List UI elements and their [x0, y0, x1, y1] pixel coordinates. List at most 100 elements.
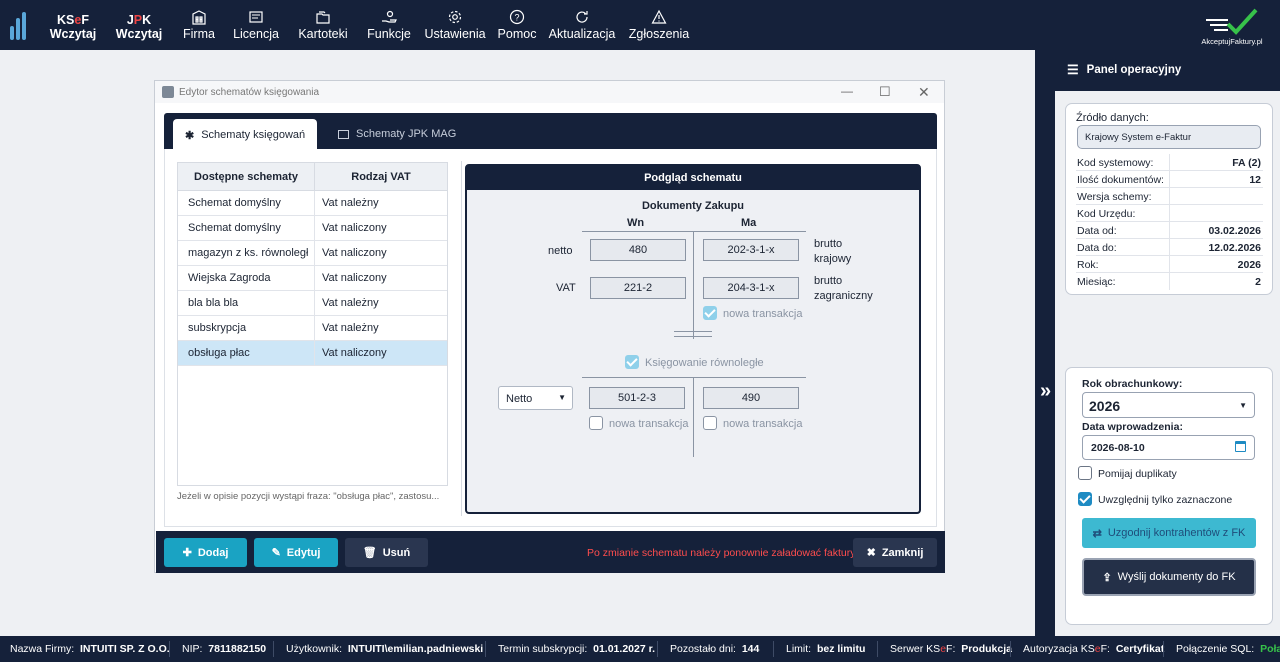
warning-icon: [651, 8, 667, 26]
send-to-fk-button[interactable]: ⇪ Wyślij dokumenty do FK: [1082, 558, 1256, 596]
schemas-table: Dostępne schematy Rodzaj VAT Schemat dom…: [177, 162, 448, 486]
vat-wn-field[interactable]: 221-2: [590, 277, 686, 299]
operations-panel: ☰ Panel operacyjny Źródło danych: Krajow…: [1055, 50, 1280, 636]
status-firma: Nazwa Firmy: INTUITI SP. Z O.O.: [10, 643, 170, 655]
add-button[interactable]: ✚ Dodaj: [164, 538, 247, 567]
akceptuj-faktury-logo: AkceptujFaktury.pl: [1198, 6, 1266, 46]
tab-schematy-ksiegowan[interactable]: ✱ Schematy księgowań: [173, 119, 318, 149]
nowa-transakcja-checkbox[interactable]: [703, 306, 717, 320]
netto-wn-field[interactable]: 480: [590, 239, 686, 261]
nowa-transakcja-wn-label: nowa transakcja: [609, 418, 689, 430]
maximize-icon[interactable]: ☐: [879, 84, 891, 100]
delete-button[interactable]: 🗑 Usuń: [345, 538, 428, 567]
dialog-titlebar[interactable]: Edytor schematów księgowania — ☐ ✕: [155, 81, 944, 103]
table-row[interactable]: magazyn z ks. równoległ Vat naliczony: [178, 241, 447, 266]
jpk-load-label: Wczytaj: [115, 27, 163, 41]
table-row[interactable]: subskrypcja Vat należny: [178, 316, 447, 341]
folders-icon: [315, 8, 331, 26]
dialog-tabs: ✱ Schematy księgowań Schematy JPK MAG: [164, 113, 937, 149]
menu-aktualizacja[interactable]: Aktualizacja: [549, 0, 615, 50]
panel-collapse-bar[interactable]: »: [1035, 50, 1055, 636]
menu-funkcje[interactable]: Funkcje: [367, 0, 411, 50]
close-icon[interactable]: ✕: [918, 84, 930, 101]
plus-icon: ✚: [182, 547, 192, 559]
rok-select[interactable]: 2026 ▼: [1082, 392, 1255, 418]
parallel-ma-field[interactable]: 490: [703, 387, 799, 409]
uwzglednij-label: Uwzględnij tylko zaznaczone: [1098, 494, 1233, 506]
top-toolbar: KSeF Wczytaj JPK Wczytaj Firma Licencja …: [0, 0, 1280, 50]
table-row[interactable]: Wiejska Zagroda Vat naliczony: [178, 266, 447, 291]
menu-firma[interactable]: Firma: [180, 0, 218, 50]
ksiegowanie-rownolegle-label: Księgowanie równoległe: [645, 357, 764, 369]
table-icon: [338, 129, 349, 139]
trash-icon: 🗑: [362, 547, 377, 559]
app-window-icon: [162, 86, 174, 98]
netto-select[interactable]: Netto ▼: [498, 386, 573, 410]
side-label-zagraniczny: brutto zagraniczny: [814, 275, 873, 302]
menu-pomoc[interactable]: ? Pomoc: [498, 0, 536, 50]
menu-kartoteki[interactable]: Kartoteki: [298, 0, 348, 50]
match-contractors-button[interactable]: ⇄ Uzgodnij kontrahentów z FK: [1082, 518, 1256, 548]
status-bar: Nazwa Firmy: INTUITI SP. Z O.O. NIP: 781…: [0, 636, 1280, 662]
schema-preview-panel: Podgląd schematu Dokumenty Zakupu Wn Ma …: [465, 164, 921, 514]
side-label-krajowy: brutto krajowy: [814, 238, 852, 265]
minimize-icon[interactable]: —: [841, 84, 853, 98]
panel-body: Źródło danych: Krajowy System e-Faktur K…: [1055, 91, 1280, 636]
jpk-load-button[interactable]: JPK Wczytaj: [115, 0, 163, 50]
dropdown-arrow-icon: ▼: [1239, 401, 1247, 410]
nowa-transakcja-ma-checkbox[interactable]: [703, 416, 717, 430]
status-limit: Limit: bez limitu: [786, 643, 866, 655]
data-source-card: Źródło danych: Krajowy System e-Faktur K…: [1065, 103, 1273, 295]
uwzglednij-checkbox[interactable]: [1078, 492, 1092, 506]
ksef-logo: KSeF: [57, 13, 89, 27]
kv-row: Kod systemowy: FA (2): [1076, 154, 1263, 171]
preview-title: Podgląd schematu: [467, 166, 919, 190]
dialog-action-bar: ✚ Dodaj ✎ Edytuj 🗑 Usuń Po zmianie schematu…: [156, 531, 945, 573]
nowa-transakcja-ma-label: nowa transakcja: [723, 418, 803, 430]
akceptuj-logo-icon: [1206, 8, 1258, 35]
menu-zgloszenia[interactable]: Zgłoszenia: [629, 0, 689, 50]
reload-warning: Po zmianie schematu należy ponownie zała…: [587, 547, 856, 559]
row-label-vat: VAT: [556, 282, 576, 294]
splitter[interactable]: [461, 161, 462, 516]
column-ma: Ma: [741, 217, 757, 229]
divider: [674, 331, 712, 332]
column-header-rodzaj-vat[interactable]: Rodzaj VAT: [315, 163, 447, 191]
export-card: Rok obrachunkowy: 2026 ▼ Data wprowadzen…: [1065, 367, 1273, 625]
app-logo-icon: [8, 10, 32, 40]
gear-icon: [447, 8, 463, 26]
close-x-icon: ✖: [866, 547, 876, 559]
jpk-logo: JPK: [126, 13, 152, 27]
vat-ma-field[interactable]: 204-3-1-x: [703, 277, 799, 299]
preview-subtitle: Dokumenty Zakupu: [641, 200, 745, 212]
calendar-icon: [1235, 441, 1246, 452]
netto-ma-field[interactable]: 202-3-1-x: [703, 239, 799, 261]
pomijaj-duplikaty-checkbox[interactable]: [1078, 466, 1092, 480]
ksiegowanie-rownolegle-checkbox[interactable]: [625, 355, 639, 369]
divider: [674, 336, 712, 337]
menu-licencja[interactable]: Licencja: [233, 0, 279, 50]
divider: [693, 377, 694, 457]
nowa-transakcja-label: nowa transakcja: [723, 308, 803, 320]
edit-button[interactable]: ✎ Edytuj: [254, 538, 338, 567]
divider: [582, 231, 806, 232]
chevron-right-icon[interactable]: »: [1040, 380, 1051, 403]
status-authorization: Autoryzacja KSeF: Certyfikat: [1023, 643, 1165, 655]
column-header-schematy[interactable]: Dostępne schematy: [178, 163, 315, 191]
table-row[interactable]: Schemat domyślny Vat należny: [178, 191, 447, 216]
status-sql: Połączenie SQL: Połączono: [1176, 643, 1280, 655]
table-row[interactable]: Schemat domyślny Vat naliczony: [178, 216, 447, 241]
asterisk-icon: ✱: [185, 129, 195, 142]
nowa-transakcja-wn-checkbox[interactable]: [589, 416, 603, 430]
schema-hint-text: Jeżeli w opisie pozycji wystąpi fraza: "…: [177, 491, 440, 502]
kv-row: Data od: 03.02.2026: [1076, 222, 1263, 239]
menu-ustawienia[interactable]: Ustawienia: [424, 0, 486, 50]
schema-editor-dialog: Edytor schematów księgowania — ☐ ✕ ✱ Sch…: [154, 80, 945, 573]
table-row-selected[interactable]: obsługa płac Vat naliczony: [178, 341, 447, 366]
parallel-wn-field[interactable]: 501-2-3: [589, 387, 685, 409]
tab-schematy-jpk-mag[interactable]: Schematy JPK MAG: [326, 119, 468, 149]
close-button[interactable]: ✖ Zamknij: [853, 538, 937, 567]
ksef-load-button[interactable]: KSeF Wczytaj: [50, 0, 97, 50]
date-input[interactable]: 2026-08-10: [1082, 435, 1255, 460]
table-row[interactable]: bla bla bla Vat należny: [178, 291, 447, 316]
